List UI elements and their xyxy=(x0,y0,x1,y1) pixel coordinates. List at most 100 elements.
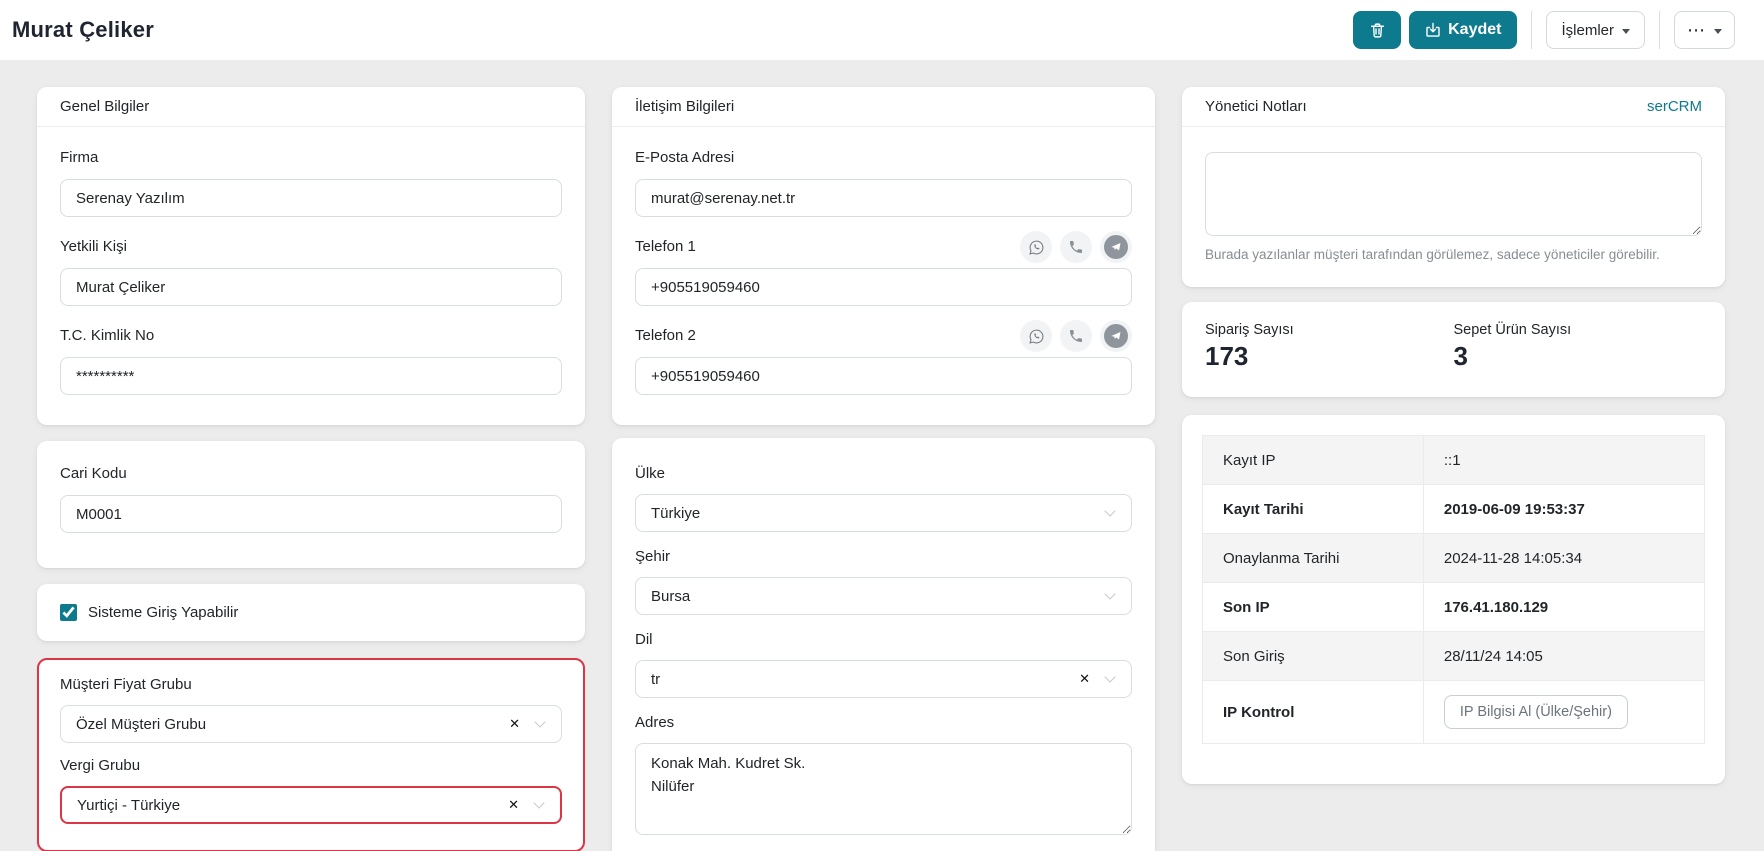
country-select[interactable]: Türkiye xyxy=(635,494,1132,532)
delete-button[interactable] xyxy=(1353,11,1402,49)
save-button-label: Kaydet xyxy=(1448,21,1502,38)
row-value: 2019-06-09 19:53:37 xyxy=(1422,484,1706,534)
row-label: Son Giriş xyxy=(1202,631,1424,681)
order-count-stat: Sipariş Sayısı 173 xyxy=(1205,322,1454,372)
whatsapp-button[interactable] xyxy=(1020,320,1052,352)
sercrm-link[interactable]: serCRM xyxy=(1647,98,1702,115)
street-address-textarea[interactable] xyxy=(635,743,1132,835)
login-permission-card: Sisteme Giriş Yapabilir xyxy=(37,584,585,641)
chevron-down-icon xyxy=(1104,505,1116,517)
country-label: Ülke xyxy=(635,465,666,482)
top-bar: Murat Çeliker Kaydet İşlemler ⋯ xyxy=(0,0,1764,60)
row-label: IP Kontrol xyxy=(1202,680,1424,744)
phone2-actions xyxy=(1020,320,1132,352)
row-label: Kayıt IP xyxy=(1202,435,1424,485)
column-general: Genel Bilgiler Firma Yetkili Kişi T.C. K… xyxy=(37,87,585,851)
telegram-button[interactable] xyxy=(1100,231,1132,263)
cart-count-label: Sepet Ürün Sayısı xyxy=(1453,322,1572,338)
save-icon xyxy=(1425,22,1441,38)
admin-notes-helper-text: Burada yazılanlar müşteri tarafından gör… xyxy=(1205,247,1660,262)
language-field: Dil tr ✕ xyxy=(635,631,1132,698)
account-code-input[interactable] xyxy=(60,495,562,533)
actions-dropdown-button[interactable]: İşlemler xyxy=(1546,11,1645,49)
chevron-down-icon xyxy=(1622,28,1630,34)
national-id-field: T.C. Kimlik No xyxy=(60,327,562,395)
street-address-label: Adres xyxy=(635,714,675,731)
telegram-icon xyxy=(1104,324,1128,348)
call-button[interactable] xyxy=(1060,231,1092,263)
chevron-down-icon xyxy=(533,797,545,809)
ellipsis-icon: ⋯ xyxy=(1687,19,1706,40)
stats-card: Sipariş Sayısı 173 Sepet Ürün Sayısı 3 xyxy=(1182,302,1725,397)
general-info-card: Genel Bilgiler Firma Yetkili Kişi T.C. K… xyxy=(37,87,585,425)
language-select[interactable]: tr ✕ xyxy=(635,660,1132,698)
table-row: Son Giriş 28/11/24 14:05 xyxy=(1202,631,1706,681)
page-title: Murat Çeliker xyxy=(12,17,154,42)
more-dropdown-button[interactable]: ⋯ xyxy=(1674,11,1735,49)
telegram-button[interactable] xyxy=(1100,320,1132,352)
admin-notes-title: Yönetici Notları xyxy=(1205,98,1307,115)
table-row: Onaylanma Tarihi 2024-11-28 14:05:34 xyxy=(1202,533,1706,583)
company-input[interactable] xyxy=(60,179,562,217)
company-label: Firma xyxy=(60,149,99,166)
tax-group-value: Yurtiçi - Türkiye xyxy=(77,796,181,814)
row-value: IP Bilgisi Al (Ülke/Şehir) xyxy=(1422,680,1706,744)
order-count-value: 173 xyxy=(1205,341,1249,371)
clear-icon[interactable]: ✕ xyxy=(503,716,526,732)
contact-info-card: İletişim Bilgileri E-Posta Adresi Telefo… xyxy=(612,87,1155,425)
price-group-field: Müşteri Fiyat Grubu Özel Müşteri Grubu ✕ xyxy=(60,676,562,743)
city-field: Şehir Bursa xyxy=(635,548,1132,615)
tax-group-select[interactable]: Yurtiçi - Türkiye ✕ xyxy=(60,786,562,824)
row-value: 176.41.180.129 xyxy=(1422,582,1706,632)
national-id-label: T.C. Kimlik No xyxy=(60,327,155,344)
ip-lookup-button[interactable]: IP Bilgisi Al (Ülke/Şehir) xyxy=(1443,695,1628,729)
tax-group-field: Vergi Grubu Yurtiçi - Türkiye ✕ xyxy=(60,757,562,824)
table-row: Kayıt IP ::1 xyxy=(1202,435,1706,485)
contact-person-input[interactable] xyxy=(60,268,562,306)
phone1-field-wrap: Telefon 1 xyxy=(635,231,1132,306)
contact-person-label: Yetkili Kişi xyxy=(60,238,127,255)
whatsapp-icon xyxy=(1028,239,1045,256)
login-permission-checkbox[interactable] xyxy=(60,604,77,621)
phone1-input[interactable] xyxy=(635,268,1132,306)
telegram-icon xyxy=(1104,235,1128,259)
email-field[interactable] xyxy=(635,179,1132,217)
toolbar: Kaydet İşlemler ⋯ xyxy=(1353,11,1735,49)
price-group-select[interactable]: Özel Müşteri Grubu ✕ xyxy=(60,705,562,743)
account-code-field: Cari Kodu xyxy=(60,465,562,533)
row-value: 2024-11-28 14:05:34 xyxy=(1422,533,1706,583)
admin-notes-textarea[interactable] xyxy=(1205,152,1702,236)
row-value: 28/11/24 14:05 xyxy=(1422,631,1706,681)
row-label: Onaylanma Tarihi xyxy=(1202,533,1424,583)
phone2-input[interactable] xyxy=(635,357,1132,395)
content-area: Genel Bilgiler Firma Yetkili Kişi T.C. K… xyxy=(37,87,1764,851)
language-label: Dil xyxy=(635,631,653,648)
clear-icon[interactable]: ✕ xyxy=(1073,671,1096,687)
trash-icon xyxy=(1369,22,1386,39)
national-id-input[interactable] xyxy=(60,357,562,395)
row-label: Kayıt Tarihi xyxy=(1202,484,1424,534)
call-button[interactable] xyxy=(1060,320,1092,352)
row-value: ::1 xyxy=(1422,435,1706,485)
save-button[interactable]: Kaydet xyxy=(1409,11,1518,49)
toolbar-separator xyxy=(1659,11,1660,49)
city-select[interactable]: Bursa xyxy=(635,577,1132,615)
general-info-header: Genel Bilgiler xyxy=(37,87,585,127)
clear-icon[interactable]: ✕ xyxy=(502,797,525,813)
phone2-field-wrap: Telefon 2 xyxy=(635,320,1132,395)
address-card: Ülke Türkiye Şehir Bursa Dil tr ✕ Adres … xyxy=(612,438,1155,851)
country-field: Ülke Türkiye xyxy=(635,465,1132,532)
chevron-down-icon xyxy=(1104,588,1116,600)
tax-group-label: Vergi Grubu xyxy=(60,757,141,774)
cart-count-value: 3 xyxy=(1453,341,1468,371)
table-row: IP Kontrol IP Bilgisi Al (Ülke/Şehir) xyxy=(1202,680,1706,744)
company-field: Firma xyxy=(60,149,562,217)
contact-info-header: İletişim Bilgileri xyxy=(612,87,1155,127)
country-value: Türkiye xyxy=(651,504,701,522)
chevron-down-icon xyxy=(534,716,546,728)
column-contact: İletişim Bilgileri E-Posta Adresi Telefo… xyxy=(612,87,1155,851)
general-info-title: Genel Bilgiler xyxy=(60,98,150,115)
whatsapp-button[interactable] xyxy=(1020,231,1052,263)
actions-dropdown-label: İşlemler xyxy=(1561,21,1614,39)
chevron-down-icon xyxy=(1104,671,1116,683)
